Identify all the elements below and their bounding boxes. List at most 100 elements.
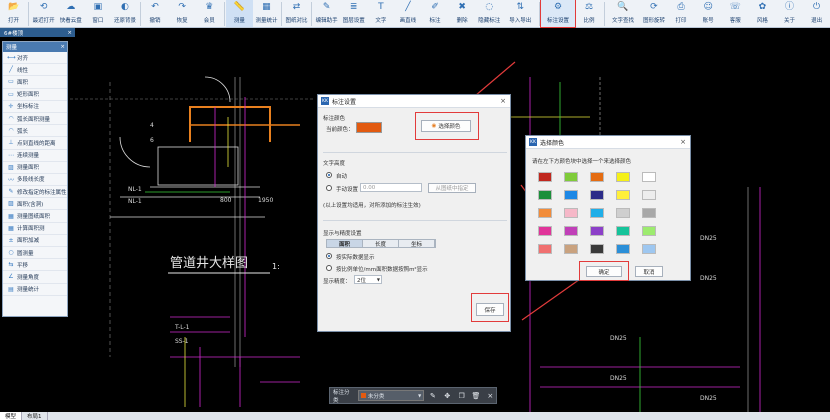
- scaled-data-radio[interactable]: [326, 265, 332, 271]
- measure-tool-item[interactable]: ✛ 坐标标注: [3, 101, 67, 113]
- toolbar-window-button[interactable]: ▣ 窗口: [84, 0, 111, 27]
- toolbar-delete-button[interactable]: ✖ 删除: [449, 0, 476, 27]
- auto-radio[interactable]: [326, 172, 332, 178]
- measure-tool-item[interactable]: ⊥ 点到直线的距离: [3, 137, 67, 150]
- toolbar-text-button[interactable]: T 文字: [367, 0, 394, 27]
- toolbar-vip-button[interactable]: ♛ 会员: [196, 0, 223, 27]
- precision-select[interactable]: 2位 ▼: [354, 275, 382, 284]
- tab-area[interactable]: 面积: [327, 240, 363, 248]
- color-swatch[interactable]: [616, 208, 630, 218]
- color-swatch[interactable]: [642, 172, 656, 182]
- color-swatch[interactable]: [616, 226, 630, 236]
- color-swatch[interactable]: [590, 244, 604, 254]
- color-swatch[interactable]: [564, 190, 578, 200]
- copy-icon[interactable]: ❐: [456, 390, 467, 402]
- toolbar-stats-button[interactable]: ▦ 测量统计: [253, 0, 280, 27]
- text-icon: T: [378, 2, 384, 12]
- toolbar-rotate-button[interactable]: ⟳ 图形旋转: [640, 0, 667, 27]
- tab-model[interactable]: 模型: [0, 412, 23, 420]
- toolbar-about-button[interactable]: ⓘ 关于: [776, 0, 803, 27]
- close-icon[interactable]: ×: [680, 138, 686, 146]
- color-swatch[interactable]: [590, 172, 604, 182]
- tab-length[interactable]: 长度: [363, 240, 399, 248]
- toolbar-import-export-button[interactable]: ⇅ 导入导出: [503, 0, 538, 27]
- measure-tool-item[interactable]: ▦ 计算面积测: [3, 223, 67, 235]
- color-swatch[interactable]: [564, 208, 578, 218]
- toolbar-measure-button[interactable]: 📏 测量: [225, 0, 253, 27]
- cancel-button[interactable]: 取消: [635, 266, 663, 277]
- measure-tool-item[interactable]: ✎ 修改指定的标注属性: [3, 186, 67, 199]
- measure-tool-item[interactable]: 〰多段线长度: [3, 174, 67, 187]
- measure-tool-item[interactable]: ⇆ 平移: [3, 259, 67, 272]
- manual-radio[interactable]: [326, 185, 332, 191]
- measure-tool-item[interactable]: ◠ 弧长: [3, 125, 67, 138]
- color-swatch[interactable]: [564, 226, 578, 236]
- color-swatch[interactable]: [616, 190, 630, 200]
- toolbar-hide-button[interactable]: ◌ 隐藏标注: [476, 0, 503, 27]
- tab-layout1[interactable]: 布局1: [22, 412, 48, 420]
- toolbar-background-button[interactable]: ◐ 还原背景: [111, 0, 138, 27]
- toolbar-text-search-button[interactable]: 🔍 文字查找: [606, 0, 641, 27]
- measure-tool-label: 计算面积测: [17, 226, 45, 233]
- measure-tool-item[interactable]: ○ 圆测量: [3, 247, 67, 260]
- edit-icon[interactable]: ✎: [427, 390, 438, 402]
- toolbar-support-button[interactable]: ☏ 客服: [722, 0, 749, 27]
- measure-tool-item[interactable]: ▦ 测量图纸面积: [3, 210, 67, 223]
- measure-tool-item[interactable]: ⟷ 对齐: [3, 52, 67, 65]
- manual-height-input[interactable]: 0.00: [360, 183, 422, 192]
- toolbar-print-button[interactable]: ⎙ 打印: [668, 0, 695, 27]
- category-select[interactable]: 未分类 ▼: [357, 390, 425, 401]
- toolbar-compare-button[interactable]: ⇄ 图纸对比: [283, 0, 310, 27]
- color-swatch[interactable]: [538, 244, 552, 254]
- toolbar-recent-button[interactable]: ⟲ 最近打开: [30, 0, 57, 27]
- toolbar-cloud-button[interactable]: ☁ 快看云盘: [57, 0, 84, 27]
- color-swatch[interactable]: [564, 172, 578, 182]
- measure-tool-item[interactable]: ± 面积加减: [3, 235, 67, 247]
- color-swatch[interactable]: [590, 208, 604, 218]
- measure-tool-item[interactable]: ╱ 线性: [3, 64, 67, 77]
- color-swatch[interactable]: [616, 172, 630, 182]
- color-swatch[interactable]: [564, 244, 578, 254]
- toolbar-edit-helper-button[interactable]: ✎ 编辑助手: [313, 0, 340, 27]
- color-swatch[interactable]: [538, 190, 552, 200]
- toolbar-account-button[interactable]: ☺ 账号: [695, 0, 722, 27]
- close-icon[interactable]: ×: [500, 97, 506, 105]
- delete-icon[interactable]: 🗑: [470, 390, 481, 402]
- measure-tool-item[interactable]: ∠ 测量角度: [3, 271, 67, 284]
- toolbar-theme-button[interactable]: ✿ 风格: [749, 0, 776, 27]
- toolbar-exit-button[interactable]: ⏻ 退出: [803, 0, 830, 27]
- toolbar-redo-button[interactable]: ↷ 恢复: [169, 0, 196, 27]
- color-swatch[interactable]: [642, 190, 656, 200]
- document-tab[interactable]: 6#楼顶 ×: [0, 28, 75, 37]
- tab-coordinate[interactable]: 坐标: [399, 240, 435, 248]
- color-swatch[interactable]: [538, 226, 552, 236]
- color-swatch[interactable]: [590, 226, 604, 236]
- close-icon[interactable]: ×: [485, 390, 496, 402]
- measure-tool-item[interactable]: ▭ 矩形面积: [3, 89, 67, 101]
- color-swatch[interactable]: [642, 244, 656, 254]
- pick-from-drawing-button[interactable]: 从图纸中指定: [428, 183, 476, 193]
- color-swatch[interactable]: [538, 208, 552, 218]
- measure-tool-item[interactable]: ▤ 测量统计: [3, 284, 67, 296]
- measure-tool-item[interactable]: ◠ 弧长面积测量: [3, 113, 67, 126]
- color-swatch[interactable]: [616, 244, 630, 254]
- toolbar-folder-open-button[interactable]: 📂 打开: [0, 0, 27, 27]
- color-swatch[interactable]: [642, 226, 656, 236]
- measure-tool-item[interactable]: ▨ 面积(含洞): [3, 198, 67, 211]
- measure-tool-item[interactable]: ▭ 面积: [3, 76, 67, 89]
- color-swatch[interactable]: [590, 190, 604, 200]
- close-icon[interactable]: ×: [60, 44, 65, 50]
- close-icon[interactable]: ×: [67, 30, 72, 36]
- measure-tool-item[interactable]: ⋯ 连续测量: [3, 150, 67, 162]
- toolbar-annotate-button[interactable]: ✐ 标注: [421, 0, 448, 27]
- toolbar-scale-button[interactable]: ⚖ 比例: [575, 0, 602, 27]
- move-icon[interactable]: ✥: [442, 390, 453, 402]
- toolbar-layers-button[interactable]: ≣ 图层设置: [340, 0, 367, 27]
- color-swatch[interactable]: [538, 172, 552, 182]
- actual-data-radio[interactable]: [326, 253, 332, 259]
- toolbar-undo-button[interactable]: ↶ 撤销: [141, 0, 168, 27]
- toolbar-line-button[interactable]: ╱ 画直线: [394, 0, 421, 27]
- color-swatch[interactable]: [642, 208, 656, 218]
- measure-tool-item[interactable]: ▨ 测量面积: [3, 162, 67, 174]
- toolbar-annotation-settings-button[interactable]: ⚙ 标注设置: [539, 0, 577, 28]
